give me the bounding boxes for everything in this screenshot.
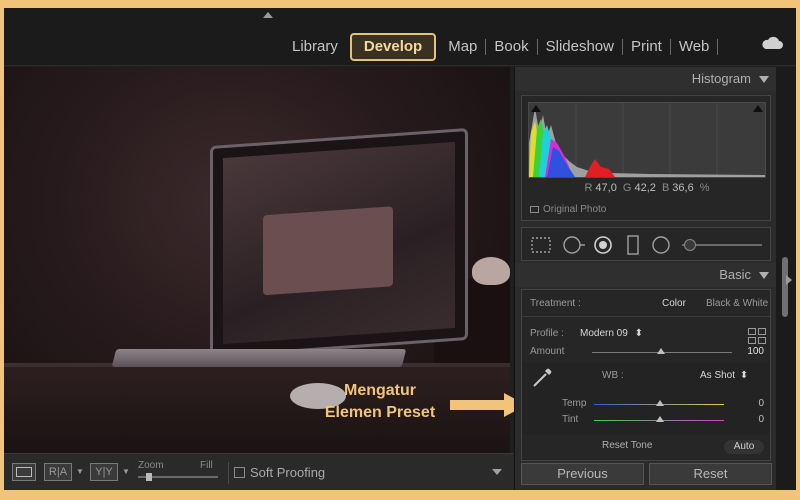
histogram-title: Histogram — [691, 71, 751, 86]
collapse-triangle-icon[interactable] — [759, 76, 769, 83]
temp-slider-thumb[interactable] — [656, 400, 664, 406]
module-bar: Library Develop Map Book Slideshow Print… — [4, 8, 796, 66]
annotation-line-1: Mengatur — [344, 382, 416, 399]
spot-removal-icon[interactable] — [562, 235, 586, 255]
annotation-text: Mengatur Elemen Preset — [310, 380, 450, 424]
original-photo-toggle[interactable]: Original Photo — [530, 204, 606, 215]
cloud-icon[interactable] — [761, 36, 783, 50]
right-panel: Histogram R 47,0 G 42,2 B 36,6 % Origina… — [514, 67, 777, 490]
auto-tone-button[interactable]: Auto — [724, 440, 764, 454]
amount-value[interactable]: 100 — [734, 346, 764, 357]
treatment-label: Treatment : — [530, 298, 581, 309]
plant — [472, 257, 510, 285]
laptop-screen — [210, 127, 468, 359]
module-develop[interactable]: Develop — [349, 33, 437, 61]
percent-label: % — [699, 182, 710, 194]
loupe-view-button[interactable] — [12, 463, 36, 481]
red-eye-icon[interactable] — [592, 235, 614, 255]
screen-image — [263, 206, 393, 296]
basic-panel: Treatment : Color Black & White Profile … — [521, 289, 771, 461]
r-value: 47,0 — [595, 182, 617, 194]
rgb-readout: R 47,0 G 42,2 B 36,6 % — [522, 182, 772, 194]
soft-proofing-checkbox[interactable] — [234, 467, 245, 478]
profile-value: Modern 09 — [580, 328, 628, 339]
amount-label: Amount — [530, 346, 565, 357]
temp-label: Temp — [562, 398, 587, 409]
laptop-base — [111, 349, 407, 367]
adjustment-brush-icon[interactable] — [684, 239, 696, 251]
scrollbar-thumb[interactable] — [782, 257, 788, 317]
zoom-slider-thumb[interactable] — [146, 473, 152, 481]
treatment-bw-option[interactable]: Black & White — [706, 298, 768, 309]
reset-tone-label: Reset Tone — [602, 440, 653, 451]
shadow-clipping-icon[interactable] — [531, 105, 541, 112]
graduated-filter-icon[interactable] — [626, 235, 640, 255]
original-photo-icon — [530, 205, 539, 213]
module-picker: Library Develop Map Book Slideshow Print… — [284, 33, 719, 61]
module-map[interactable]: Map — [440, 35, 485, 59]
b-value: 36,6 — [672, 182, 694, 194]
toolbar-menu-icon[interactable] — [492, 469, 502, 475]
histogram-plot — [529, 103, 765, 177]
tool-strip — [521, 227, 771, 261]
collapse-triangle-icon[interactable] — [759, 272, 769, 279]
wb-select[interactable]: As Shot ⬍ — [700, 370, 748, 381]
profile-label: Profile : — [530, 328, 564, 339]
g-label: G — [622, 182, 632, 194]
profile-dropdown-icon: ⬍ — [634, 328, 643, 339]
module-print[interactable]: Print — [623, 35, 670, 59]
histogram-graph[interactable] — [528, 102, 766, 178]
highlight-clipping-icon[interactable] — [753, 105, 763, 112]
wb-dropdown-icon: ⬍ — [739, 370, 749, 381]
profile-select[interactable]: Modern 09 ⬍ — [580, 328, 643, 339]
expand-right-panel-icon[interactable] — [786, 275, 792, 285]
b-label: B — [661, 182, 670, 194]
before-after-button[interactable]: R|A — [44, 463, 72, 481]
histogram-panel: R 47,0 G 42,2 B 36,6 % Original Photo — [521, 95, 771, 221]
wb-value: As Shot — [700, 370, 736, 381]
soft-proofing-label[interactable]: Soft Proofing — [250, 465, 325, 480]
treatment-color-option[interactable]: Color — [662, 298, 686, 309]
before-after-dropdown-icon[interactable]: ▼ — [76, 467, 84, 476]
lightroom-window: Library Develop Map Book Slideshow Print… — [4, 8, 796, 490]
g-value: 42,2 — [634, 182, 656, 194]
divider — [522, 316, 770, 317]
reset-button[interactable]: Reset — [649, 463, 772, 485]
panel-scrollbar[interactable] — [776, 67, 796, 490]
module-separator — [717, 39, 719, 55]
annotation-line-2: Elemen Preset — [324, 404, 436, 421]
previous-button[interactable]: Previous — [521, 463, 644, 485]
module-book[interactable]: Book — [486, 35, 536, 59]
eyedropper-icon[interactable] — [530, 366, 554, 390]
tint-value[interactable]: 0 — [734, 414, 764, 425]
yy-dropdown-icon[interactable]: ▼ — [122, 467, 130, 476]
tint-slider-thumb[interactable] — [656, 416, 664, 422]
wb-label: WB : — [602, 370, 624, 381]
loupe-icon — [16, 467, 32, 477]
bottom-toolbar: R|A ▼ Y|Y ▼ Zoom Fill Soft Proofing — [4, 453, 514, 490]
r-label: R — [584, 182, 593, 194]
toolbar-separator — [228, 462, 229, 484]
fill-label: Fill — [200, 460, 213, 471]
module-slideshow[interactable]: Slideshow — [538, 35, 622, 59]
temp-value[interactable]: 0 — [734, 398, 764, 409]
profile-browser-icon[interactable] — [748, 328, 766, 344]
basic-title: Basic — [719, 267, 751, 282]
radial-filter-icon[interactable] — [650, 235, 672, 255]
collapse-top-panel-icon[interactable] — [263, 12, 273, 18]
tint-label: Tint — [562, 414, 579, 425]
amount-slider-thumb[interactable] — [657, 348, 665, 354]
zoom-slider[interactable] — [138, 473, 218, 481]
module-library[interactable]: Library — [284, 35, 346, 59]
histogram-header[interactable]: Histogram — [515, 67, 777, 91]
white-balance-group: WB : As Shot ⬍ Temp 0 Tint 0 — [522, 362, 770, 434]
crop-overlay-icon[interactable] — [530, 235, 552, 255]
zoom-label: Zoom — [138, 460, 164, 471]
screen-content — [223, 141, 455, 345]
basic-header[interactable]: Basic — [515, 263, 777, 287]
module-web[interactable]: Web — [671, 35, 718, 59]
original-photo-label: Original Photo — [543, 204, 607, 215]
before-after-yy-button[interactable]: Y|Y — [90, 463, 118, 481]
